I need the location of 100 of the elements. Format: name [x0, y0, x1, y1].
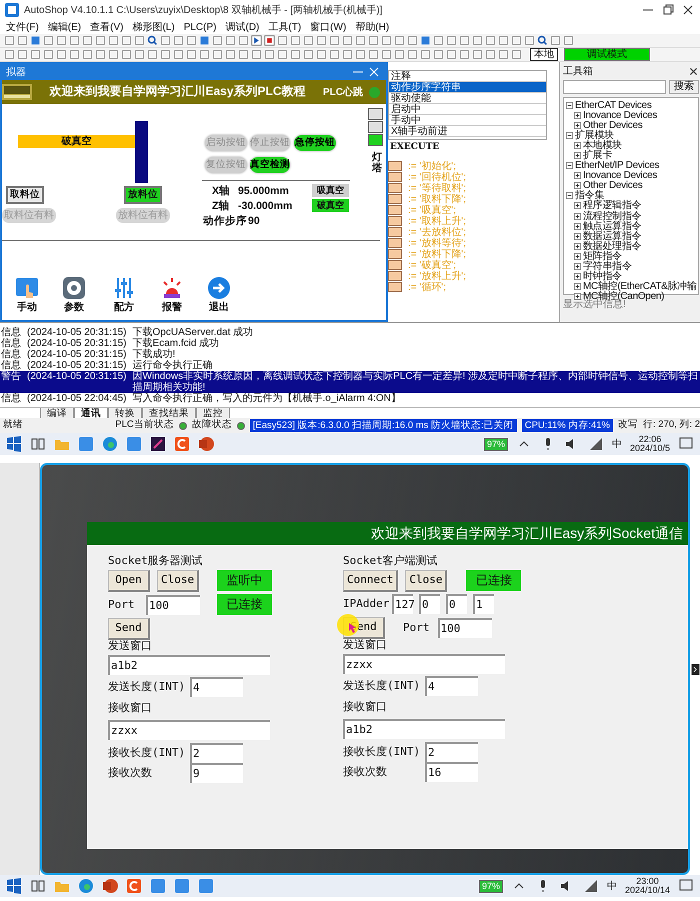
socket-button[interactable]: Open	[108, 570, 150, 592]
expand-icon[interactable]	[574, 232, 581, 240]
expand-icon[interactable]	[574, 222, 581, 230]
menu-item[interactable]: 窗口(W)	[310, 22, 346, 32]
input-field[interactable]: 1	[473, 594, 494, 614]
toolbar-icon[interactable]	[30, 35, 41, 46]
play-icon[interactable]	[251, 35, 262, 46]
network-icon[interactable]	[588, 436, 604, 452]
toolbar-icon[interactable]	[17, 35, 28, 46]
app-icon[interactable]	[150, 436, 166, 452]
send-button[interactable]: Send	[108, 618, 150, 640]
toolbar-icon[interactable]	[342, 49, 353, 60]
toolbar-icon[interactable]	[563, 35, 574, 46]
tree-item[interactable]: Inovance Devices	[583, 170, 658, 182]
toolbar-icon[interactable]	[251, 49, 262, 60]
toolbar-icon[interactable]	[316, 35, 327, 46]
input-field[interactable]: zzxx	[343, 654, 505, 674]
toolbar-icon[interactable]	[355, 35, 366, 46]
toolbar-icon[interactable]	[43, 35, 54, 46]
toolbar-icon[interactable]	[459, 49, 470, 60]
tree-item[interactable]: 程序逻辑指令	[583, 200, 642, 212]
toolbar-icon[interactable]	[225, 35, 236, 46]
toolbar-icon[interactable]	[134, 35, 145, 46]
toolbar-icon[interactable]	[394, 35, 405, 46]
toolbar-icon[interactable]	[82, 49, 93, 60]
toolbar-icon[interactable]	[381, 49, 392, 60]
menu-item[interactable]: PLC(P)	[184, 22, 216, 32]
toolbar-icon[interactable]	[472, 49, 483, 60]
expand-icon[interactable]	[574, 122, 581, 129]
toolbar-icon[interactable]	[264, 49, 275, 60]
toolbar-icon[interactable]	[498, 49, 509, 60]
stop-icon[interactable]	[264, 35, 275, 46]
input-field[interactable]: 4	[190, 677, 243, 698]
toolbar-icon[interactable]	[355, 49, 366, 60]
tree-item[interactable]: EtherNet/IP Devices	[575, 160, 660, 172]
input-field[interactable]: 16	[425, 762, 478, 782]
toolbar-icon[interactable]	[134, 49, 145, 60]
toolbar-icon[interactable]	[303, 35, 314, 46]
tree-item[interactable]: 数据运算指令	[583, 230, 642, 242]
toolbar-icon[interactable]	[17, 49, 28, 60]
log-row[interactable]: 信息 (2024-10-05 20:31:15) 下载Ecam.fcid 成功	[0, 338, 700, 349]
expand-icon[interactable]	[574, 182, 581, 190]
expand-icon[interactable]	[574, 112, 581, 119]
input-field[interactable]: 100	[438, 618, 492, 638]
toolbar-icon[interactable]	[108, 49, 119, 60]
expand-icon[interactable]	[574, 252, 581, 260]
toolbar-icon[interactable]	[277, 35, 288, 46]
list-item[interactable]: 动作步序字符串	[389, 82, 546, 93]
socket-button[interactable]: Close	[405, 570, 448, 592]
input-field[interactable]: 4	[425, 676, 478, 696]
toolbar-icon[interactable]	[511, 35, 522, 46]
start-icon[interactable]	[6, 878, 22, 894]
expand-icon[interactable]	[574, 212, 581, 220]
log-row[interactable]: 信息 (2024-10-05 20:31:15) 运行命令执行正确	[0, 360, 700, 371]
toolbar-icon[interactable]	[446, 35, 457, 46]
expand-icon[interactable]	[574, 283, 581, 290]
task-view-icon[interactable]	[30, 436, 46, 452]
search-button[interactable]: 搜索	[669, 80, 699, 94]
input-field[interactable]: a1b2	[108, 654, 270, 675]
toolbar-icon[interactable]	[316, 49, 327, 60]
tree-item[interactable]: 扩展模块	[575, 130, 614, 141]
search-field[interactable]	[563, 80, 666, 94]
toolbar-icon[interactable]	[95, 35, 106, 46]
menu-item[interactable]: 帮助(H)	[355, 22, 390, 32]
toolbar-icon[interactable]	[498, 35, 509, 46]
search-icon[interactable]	[537, 35, 548, 46]
menu-item[interactable]: 工具(T)	[268, 22, 302, 32]
list-item[interactable]: X轴手动前进	[389, 126, 546, 137]
tree-item[interactable]: 矩阵指令	[583, 250, 622, 262]
toolbar-icon[interactable]	[147, 49, 158, 60]
toolbar-icon[interactable]	[446, 49, 457, 60]
toolbar-icon[interactable]	[173, 49, 184, 60]
toolbar-icon[interactable]	[212, 35, 223, 46]
input-field[interactable]: a1b2	[343, 719, 505, 740]
input-field[interactable]: 2	[190, 742, 243, 763]
toolbar-icon[interactable]	[30, 49, 41, 60]
socket-button[interactable]: Close	[157, 570, 200, 592]
toolbar-icon[interactable]	[524, 35, 535, 46]
toolbar-icon[interactable]	[420, 49, 431, 60]
toolbar-icon[interactable]	[485, 49, 496, 60]
tab[interactable]: 转换	[108, 408, 142, 419]
toolbar-icon[interactable]	[95, 49, 106, 60]
tree-item[interactable]: Other Devices	[583, 180, 642, 192]
sliders-icon[interactable]	[112, 276, 136, 300]
expand-icon[interactable]	[574, 293, 581, 300]
slides-icon[interactable]	[198, 436, 214, 452]
toolbar-icon[interactable]	[225, 49, 236, 60]
input-field[interactable]: 9	[190, 762, 243, 783]
toolbar-icon[interactable]	[199, 49, 210, 60]
toolbar-icon[interactable]	[329, 35, 340, 46]
collapse-icon[interactable]	[566, 102, 573, 109]
hmi-button[interactable]: 真空检测	[250, 157, 290, 173]
toolbar-icon[interactable]	[511, 49, 522, 60]
log-row[interactable]: 信息 (2024-10-05 20:31:15) 下载OpcUAServer.dat 成功	[0, 327, 700, 338]
toolbar-icon[interactable]	[420, 35, 431, 46]
input-field[interactable]: zzxx	[108, 720, 270, 740]
task-view-icon[interactable]	[30, 878, 46, 894]
log-row[interactable]: 信息 (2024-10-05 22:04:45) 写入命令执行正确，写入的元件为【机械手.o_iAlarm 4:ON】	[0, 393, 700, 404]
toolbar-icon[interactable]	[329, 49, 340, 60]
collapse-icon[interactable]	[566, 132, 573, 139]
